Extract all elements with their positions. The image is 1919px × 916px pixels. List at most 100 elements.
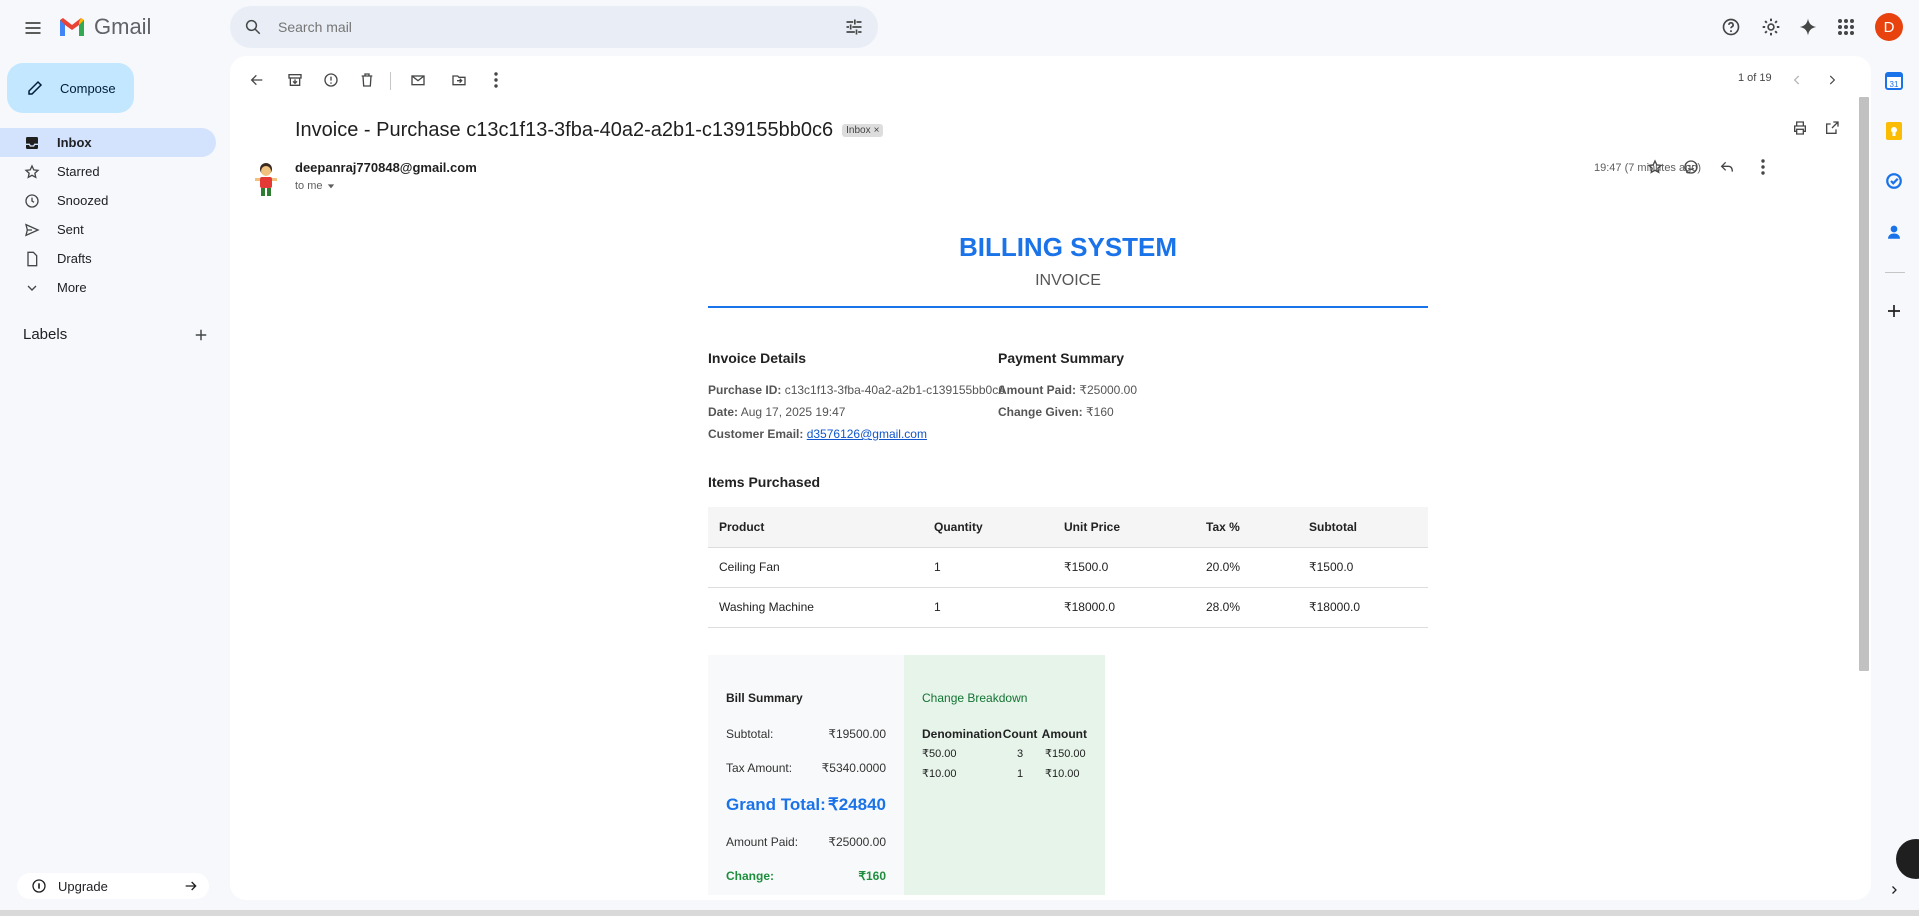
invoice-details-heading: Invoice Details	[708, 350, 807, 366]
rail-divider	[1885, 272, 1905, 273]
table-cell: ₹1500.0	[1298, 547, 1428, 588]
sidebar-item-label: Drafts	[57, 251, 92, 266]
more-options-icon[interactable]	[1750, 154, 1776, 180]
archive-icon[interactable]	[282, 67, 308, 93]
change-given-label: Change Given:	[998, 405, 1083, 419]
change-given-row: Change Given: ₹160	[998, 401, 1298, 423]
table-cell: ₹10.00	[922, 768, 957, 780]
table-cell: 20.0%	[1195, 547, 1298, 588]
gemini-sparkle-icon[interactable]	[1794, 13, 1822, 41]
help-icon[interactable]	[1717, 13, 1745, 41]
recipient-details[interactable]: to me	[295, 180, 335, 192]
items-table: Product Quantity Unit Price Tax % Subtot…	[708, 507, 1428, 628]
sidebar-item-sent[interactable]: Sent	[0, 215, 216, 244]
sender-avatar[interactable]	[250, 160, 282, 200]
customer-email-link[interactable]: d3576126@gmail.com	[807, 427, 927, 441]
reply-icon[interactable]	[1714, 154, 1740, 180]
invoice-title: BILLING SYSTEM	[958, 232, 1178, 262]
column-header: Quantity	[923, 507, 1053, 548]
change-breakdown-heading: Change Breakdown	[922, 690, 1028, 705]
upgrade-info-icon	[32, 879, 46, 893]
tax-row: Tax Amount: ₹5340.0000	[726, 761, 886, 775]
move-to-folder-icon[interactable]	[446, 67, 472, 93]
items-heading: Items Purchased	[708, 474, 821, 490]
message-scrollbar[interactable]	[1859, 97, 1869, 671]
column-header: Product	[708, 507, 923, 548]
side-panel-toggle[interactable]	[1896, 839, 1919, 879]
sidebar-item-inbox[interactable]: Inbox	[0, 128, 216, 157]
search-icon[interactable]	[244, 18, 262, 36]
search-options-icon[interactable]	[844, 17, 864, 37]
sidebar-item-more[interactable]: More	[0, 273, 216, 302]
account-avatar[interactable]: D	[1875, 13, 1903, 41]
email-subject-row: Invoice - Purchase c13c1f13-3fba-40a2-a2…	[295, 119, 884, 142]
search-bar[interactable]	[230, 6, 878, 48]
customer-email-label: Customer Email:	[708, 427, 804, 441]
sidebar-item-snoozed[interactable]: Snoozed	[0, 186, 216, 215]
clock-icon	[24, 193, 40, 209]
expand-panel-chevron-icon[interactable]	[1883, 879, 1905, 901]
send-icon	[24, 222, 40, 238]
table-cell: 28.0%	[1195, 587, 1298, 628]
print-icon[interactable]	[1787, 115, 1813, 141]
table-cell: 1	[923, 587, 1053, 628]
paid-row: Amount Paid: ₹25000.00	[726, 835, 886, 849]
older-chevron-right-icon[interactable]	[1819, 67, 1845, 93]
settings-gear-icon[interactable]	[1757, 13, 1785, 41]
emoji-react-icon[interactable]	[1678, 154, 1704, 180]
inbox-label-chip[interactable]: Inbox ×	[842, 124, 884, 137]
tax-value: ₹5340.0000	[821, 760, 886, 775]
add-addon-icon[interactable]	[1883, 300, 1905, 322]
report-spam-icon[interactable]	[318, 67, 344, 93]
more-vertical-icon[interactable]	[483, 67, 509, 93]
subtotal-value: ₹19500.00	[828, 726, 886, 741]
contacts-icon[interactable]	[1883, 221, 1905, 243]
amount-paid-value: ₹25000.00	[1079, 383, 1138, 397]
sidebar-item-starred[interactable]: Starred	[0, 157, 216, 186]
calendar-icon[interactable]: 31	[1883, 70, 1905, 92]
subtotal-label: Subtotal:	[726, 726, 774, 741]
upgrade-button[interactable]: Upgrade	[17, 873, 209, 899]
amount-paid-label: Amount Paid:	[998, 383, 1076, 397]
table-row: Ceiling Fan 1 ₹1500.0 20.0% ₹1500.0	[708, 547, 1428, 588]
email-subject: Invoice - Purchase c13c1f13-3fba-40a2-a2…	[295, 119, 834, 141]
back-arrow-icon[interactable]	[244, 67, 270, 93]
sidebar-item-label: Inbox	[57, 135, 92, 150]
main-menu-button[interactable]	[16, 11, 50, 45]
toolbar-divider	[390, 72, 391, 90]
compose-button[interactable]: Compose	[7, 63, 134, 113]
remove-label-icon[interactable]: ×	[874, 125, 880, 136]
open-new-window-icon[interactable]	[1819, 115, 1845, 141]
mark-unread-icon[interactable]	[405, 67, 431, 93]
newer-chevron-left-icon[interactable]	[1784, 67, 1810, 93]
chevron-down-icon	[24, 280, 40, 296]
column-header: Subtotal	[1298, 507, 1428, 548]
gmail-logo[interactable]: Gmail	[58, 14, 151, 40]
amount-paid-row: Amount Paid: ₹25000.00	[998, 379, 1298, 401]
star-email-icon[interactable]	[1642, 154, 1668, 180]
search-input[interactable]	[278, 19, 818, 35]
labels-header: Labels	[23, 326, 208, 343]
delete-trash-icon[interactable]	[354, 67, 380, 93]
tasks-icon[interactable]	[1883, 170, 1905, 192]
sidebar-item-label: Sent	[57, 222, 84, 237]
table-cell: ₹150.00	[1045, 748, 1086, 760]
apps-grid-icon[interactable]	[1832, 13, 1860, 41]
date-value: Aug 17, 2025 19:47	[740, 405, 846, 419]
keep-notes-icon[interactable]	[1883, 120, 1905, 142]
table-row: ₹10.00 1 ₹10.00	[922, 764, 1087, 784]
bill-summary: Bill Summary Subtotal: ₹19500.00 Tax Amou…	[708, 654, 904, 895]
recipient-text: to me	[295, 180, 323, 192]
purchase-id-row: Purchase ID: c13c1f13-3fba-40a2-a2b1-c13…	[708, 379, 1005, 401]
add-label-icon[interactable]	[194, 328, 208, 342]
paid-label: Amount Paid:	[726, 834, 799, 849]
message-view: 1 of 19 Invoice - Purchase c13c1f13-3fba…	[230, 56, 1871, 900]
hamburger-icon	[25, 22, 41, 34]
sender-email[interactable]: deepanraj770848@gmail.com	[295, 160, 477, 175]
app-name: Gmail	[94, 14, 152, 39]
arrow-right-icon	[185, 881, 197, 891]
summary-section: Bill Summary Subtotal: ₹19500.00 Tax Amou…	[708, 654, 1428, 895]
sidebar-item-drafts[interactable]: Drafts	[0, 244, 216, 273]
column-header: Denomination	[922, 726, 1002, 741]
paid-value: ₹25000.00	[828, 834, 886, 849]
